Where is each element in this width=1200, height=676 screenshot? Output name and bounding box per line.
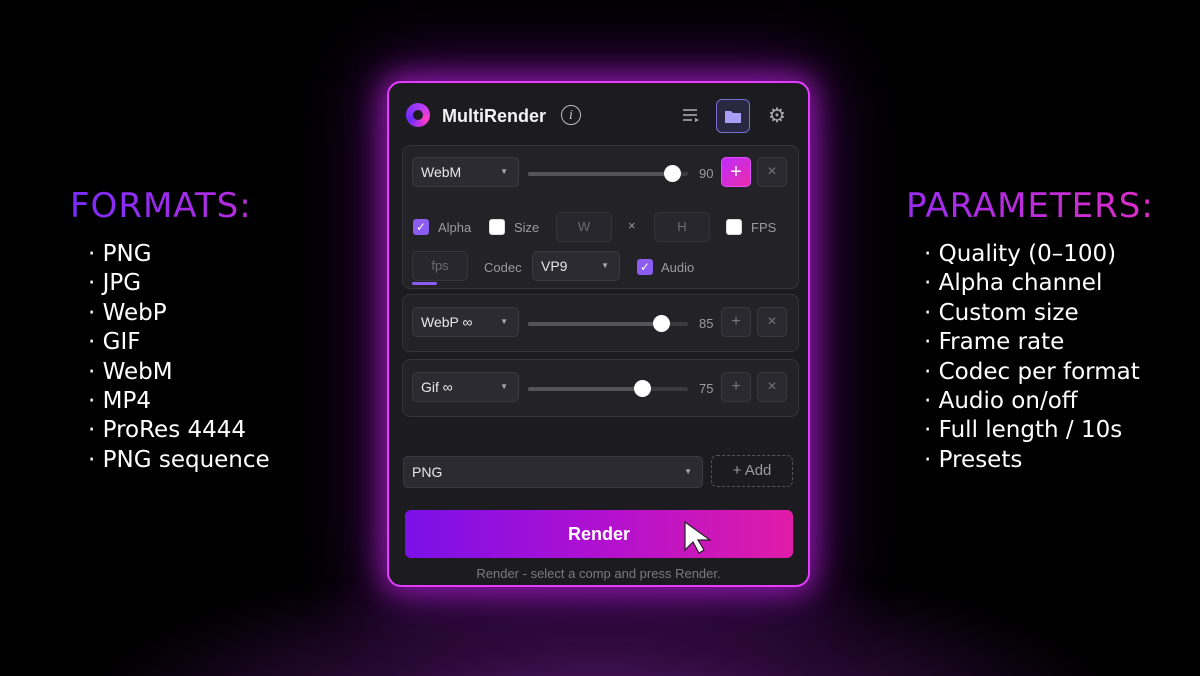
aperture-logo-icon: [406, 103, 430, 127]
audio-label: Audio: [661, 260, 695, 275]
fps-checkbox[interactable]: [726, 219, 742, 235]
parameter-item: Full length / 10s: [924, 416, 1154, 445]
format-item: WebM: [88, 358, 270, 387]
parameter-item: Alpha channel: [924, 269, 1154, 298]
formats-heading: FORMATS:: [70, 186, 270, 226]
quality-value: 75: [699, 381, 714, 396]
parameter-item: Quality (0–100): [924, 240, 1154, 269]
alpha-label: Alpha: [438, 220, 472, 235]
formats-list: PNG JPG WebP GIF WebM MP4 ProRes 4444 PN…: [70, 240, 270, 475]
chevron-down-icon: ▼: [601, 261, 609, 270]
slider-fill: [528, 172, 672, 176]
render-button[interactable]: Render: [405, 510, 793, 558]
new-format-select[interactable]: PNG ▼: [403, 456, 703, 488]
folder-icon[interactable]: [716, 99, 750, 133]
info-icon[interactable]: i: [561, 105, 581, 125]
remove-output-button[interactable]: ×: [757, 307, 787, 337]
codec-select-value: VP9: [541, 258, 568, 274]
format-item: JPG: [88, 269, 270, 298]
parameter-item: Presets: [924, 446, 1154, 475]
app-title: MultiRender: [442, 106, 547, 126]
fps-input-underline: [412, 282, 437, 285]
fps-input[interactable]: fps: [412, 251, 468, 281]
slider-fill: [528, 322, 664, 326]
fps-label: FPS: [751, 220, 777, 235]
parameters-list: Quality (0–100) Alpha channel Custom siz…: [906, 240, 1154, 475]
slider-fill: [528, 387, 648, 391]
slider-thumb[interactable]: [633, 380, 651, 397]
chevron-down-icon: ▼: [500, 167, 508, 176]
output-card-webp: WebP ∞ ▼ 85 + ×: [402, 294, 799, 352]
parameters-heading: PARAMETERS:: [906, 186, 1154, 226]
parameters-section: PARAMETERS: Quality (0–100) Alpha channe…: [906, 186, 1154, 475]
parameter-item: Custom size: [924, 299, 1154, 328]
chevron-down-icon: ▼: [684, 467, 692, 476]
output-card-gif: Gif ∞ ▼ 75 + ×: [402, 359, 799, 417]
add-variant-button[interactable]: +: [721, 307, 751, 337]
format-item: MP4: [88, 387, 270, 416]
slider-thumb[interactable]: [664, 165, 681, 182]
format-select-value: WebM: [421, 164, 462, 180]
add-variant-button[interactable]: +: [721, 372, 751, 402]
formats-section: FORMATS: PNG JPG WebP GIF WebM MP4 ProRe…: [70, 186, 270, 475]
slider-thumb[interactable]: [652, 315, 670, 332]
quality-slider[interactable]: [528, 315, 688, 332]
chevron-down-icon: ▼: [500, 317, 508, 326]
queue-list-icon[interactable]: [675, 99, 707, 131]
format-item: ProRes 4444: [88, 416, 270, 445]
size-checkbox[interactable]: [489, 219, 505, 235]
quality-value: 90: [699, 166, 714, 181]
gear-icon[interactable]: ⚙: [761, 99, 793, 131]
mouse-cursor-icon: [684, 520, 712, 554]
format-item: PNG: [88, 240, 270, 269]
format-select-value: Gif ∞: [421, 379, 453, 395]
width-input[interactable]: W: [556, 212, 612, 242]
format-item: GIF: [88, 328, 270, 357]
format-select[interactable]: WebM ▼: [412, 157, 519, 187]
size-label: Size: [514, 220, 540, 235]
parameter-item: Codec per format: [924, 358, 1154, 387]
codec-select[interactable]: VP9 ▼: [532, 251, 620, 281]
remove-output-button[interactable]: ×: [757, 157, 787, 187]
remove-output-button[interactable]: ×: [757, 372, 787, 402]
quality-slider[interactable]: [528, 380, 688, 397]
height-input[interactable]: H: [654, 212, 710, 242]
multirender-panel: MultiRender i ⚙ WebM ▼ 90 + × ✓ Alpha Siz…: [387, 81, 810, 587]
quality-slider[interactable]: [528, 165, 688, 182]
parameter-item: Frame rate: [924, 328, 1154, 357]
quality-value: 85: [699, 316, 714, 331]
codec-label: Codec: [484, 260, 522, 275]
alpha-checkbox[interactable]: ✓: [413, 219, 429, 235]
add-format-button[interactable]: + Add: [711, 455, 793, 487]
status-text: Render - select a comp and press Render.: [476, 566, 721, 581]
audio-checkbox[interactable]: ✓: [637, 259, 653, 275]
format-select[interactable]: WebP ∞ ▼: [412, 307, 519, 337]
times-separator: ×: [628, 218, 636, 233]
output-card-webm: WebM ▼ 90 + × ✓ Alpha Size W × H FPS fps …: [402, 145, 799, 289]
format-select-value: WebP ∞: [421, 314, 473, 330]
format-item: WebP: [88, 299, 270, 328]
new-format-value: PNG: [412, 464, 443, 480]
format-item: PNG sequence: [88, 446, 270, 475]
format-select[interactable]: Gif ∞ ▼: [412, 372, 519, 402]
chevron-down-icon: ▼: [500, 382, 508, 391]
parameter-item: Audio on/off: [924, 387, 1154, 416]
add-variant-button[interactable]: +: [721, 157, 751, 187]
